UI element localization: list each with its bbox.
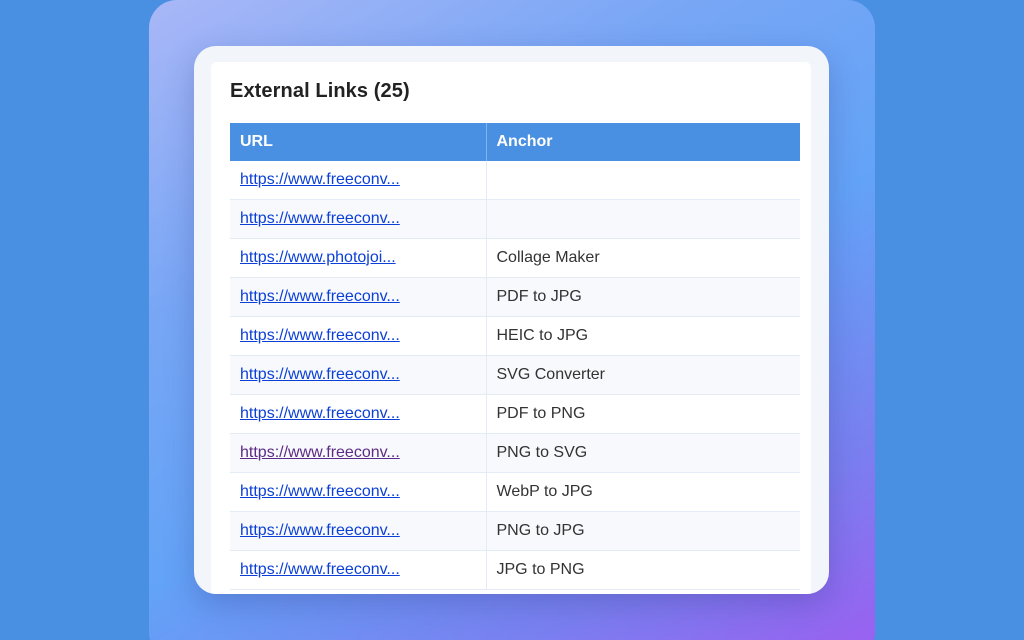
anchor-cell: PNG to JPG [486, 511, 800, 551]
table-row: https://www.freeconv... WebP to JPG [230, 472, 800, 512]
url-link[interactable]: https://www.freeconv... [240, 288, 400, 305]
external-links-panel: External Links (25) URL Anchor https://w… [211, 62, 811, 594]
table-header-row: URL Anchor [230, 123, 800, 161]
url-link[interactable]: https://www.photojoi... [240, 249, 396, 266]
anchor-cell: WebP to JPG [486, 472, 800, 512]
url-cell: https://www.freeconv... [230, 161, 487, 200]
column-header-anchor: Anchor [486, 123, 800, 161]
anchor-cell: PDF to JPG [486, 277, 800, 317]
url-cell: https://www.freeconv... [230, 433, 487, 473]
column-header-url: URL [230, 123, 487, 161]
table-row: https://www.freeconv... HEIC to JPG [230, 316, 800, 356]
url-link[interactable]: https://www.freeconv... [240, 483, 400, 500]
url-cell: https://www.freeconv... [230, 316, 487, 356]
external-links-table: URL Anchor https://www.freeconv... https… [230, 123, 800, 590]
anchor-cell: SVG Converter [486, 355, 800, 395]
url-link[interactable]: https://www.freeconv... [240, 327, 400, 344]
anchor-cell: HEIC to JPG [486, 316, 800, 356]
url-link[interactable]: https://www.freeconv... [240, 522, 400, 539]
panel-title: External Links (25) [230, 80, 410, 102]
anchor-cell [486, 161, 800, 200]
page-background: External Links (25) URL Anchor https://w… [0, 0, 1024, 640]
anchor-cell: PNG to SVG [486, 433, 800, 473]
url-cell: https://www.freeconv... [230, 511, 487, 551]
anchor-cell: JPG to PNG [486, 550, 800, 590]
url-cell: https://www.photojoi... [230, 238, 487, 278]
url-link[interactable]: https://www.freeconv... [240, 405, 400, 422]
url-cell: https://www.freeconv... [230, 550, 487, 590]
url-link[interactable]: https://www.freeconv... [240, 171, 400, 188]
url-cell: https://www.freeconv... [230, 355, 487, 395]
table-row: https://www.freeconv... [230, 199, 800, 239]
anchor-cell [486, 199, 800, 239]
table-row: https://www.photojoi... Collage Maker [230, 238, 800, 278]
url-cell: https://www.freeconv... [230, 472, 487, 512]
anchor-cell: PDF to PNG [486, 394, 800, 434]
table-row: https://www.freeconv... PDF to PNG [230, 394, 800, 434]
url-cell: https://www.freeconv... [230, 394, 487, 434]
extension-window: External Links (25) URL Anchor https://w… [194, 46, 829, 594]
table-row: https://www.freeconv... JPG to PNG [230, 550, 800, 590]
url-link[interactable]: https://www.freeconv... [240, 366, 400, 383]
table-row: https://www.freeconv... SVG Converter [230, 355, 800, 395]
url-link[interactable]: https://www.freeconv... [240, 561, 400, 578]
table-row: https://www.freeconv... [230, 161, 800, 200]
anchor-cell: Collage Maker [486, 238, 800, 278]
url-link-visited[interactable]: https://www.freeconv... [240, 444, 400, 461]
table-row: https://www.freeconv... PNG to SVG [230, 433, 800, 473]
table-row: https://www.freeconv... PDF to JPG [230, 277, 800, 317]
url-cell: https://www.freeconv... [230, 199, 487, 239]
table-row: https://www.freeconv... PNG to JPG [230, 511, 800, 551]
url-cell: https://www.freeconv... [230, 277, 487, 317]
url-link[interactable]: https://www.freeconv... [240, 210, 400, 227]
